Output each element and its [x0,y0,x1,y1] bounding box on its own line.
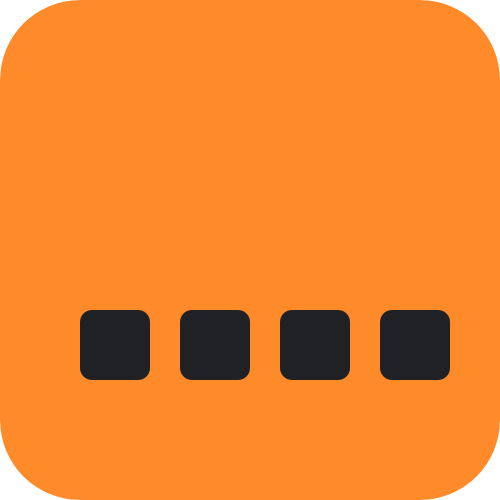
indicator-square [280,310,350,380]
indicator-square [80,310,150,380]
app-icon-graphic [0,0,500,500]
indicator-square [380,310,450,380]
app-icon [0,0,500,500]
indicator-square [180,310,250,380]
app-icon-background [0,0,500,500]
